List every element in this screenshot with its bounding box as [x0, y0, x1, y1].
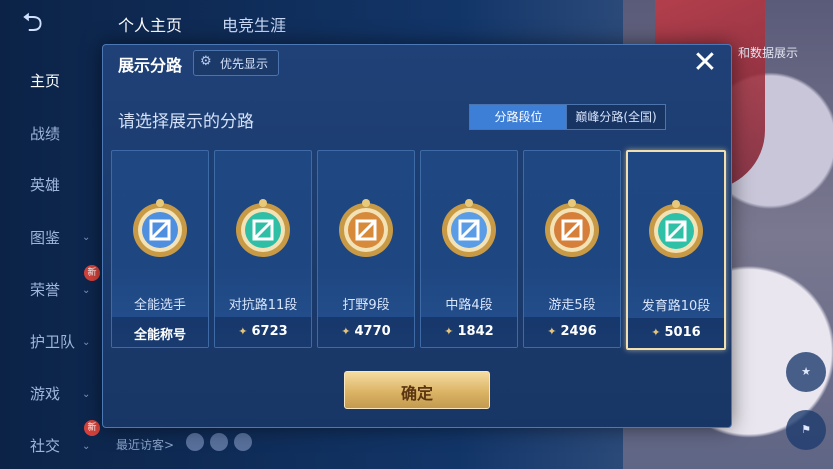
lane-stat: ✦ 1842: [421, 317, 517, 347]
lane-card[interactable]: 打野9段 ✦ 4770: [317, 150, 415, 348]
sidebar-item-heroes[interactable]: 英雄: [30, 174, 60, 195]
lane-stat-value: ✦ 5016: [628, 325, 724, 340]
confirm-label: 确定: [400, 384, 433, 403]
lane-role-label: 打野9段: [342, 298, 390, 313]
lane-stat: ✦ 6723: [215, 317, 311, 347]
rank-points-icon: ✦: [341, 325, 351, 338]
sidebar-item-honor[interactable]: 荣誉: [30, 279, 60, 300]
sidebar-item-record[interactable]: 战绩: [30, 123, 60, 144]
sidebar-item-home[interactable]: 主页: [30, 70, 60, 91]
lane-role-label: 全能选手: [133, 298, 186, 313]
lane-role-label: 游走5段: [548, 298, 596, 313]
lane-stat: ✦ 4770: [318, 317, 414, 347]
avatar[interactable]: [210, 433, 228, 451]
lane-stat-value: 全能称号: [112, 324, 208, 343]
lane-badge-icon: [133, 199, 187, 257]
sidebar-item-guard[interactable]: 护卫队: [30, 331, 75, 352]
chevron-down-icon: ⌄: [82, 337, 91, 348]
back-arrow-icon[interactable]: ⮌: [22, 10, 66, 36]
recent-visitors-link[interactable]: 最近访客>: [116, 436, 174, 453]
priority-display-label: 优先显示: [220, 57, 269, 71]
lane-stat-value: ✦ 2496: [524, 324, 620, 339]
lane-stat: ✦ 5016: [628, 318, 724, 348]
lane-role-label: 中路4段: [445, 298, 493, 313]
lane-card[interactable]: 发育路10段 ✦ 5016: [626, 150, 726, 350]
sidebar-item-codex[interactable]: 图鉴: [30, 227, 60, 248]
lane-stat-value: ✦ 6723: [215, 324, 311, 339]
rank-points-icon: ✦: [651, 326, 661, 339]
lane-stat-value: ✦ 4770: [318, 324, 414, 339]
lane-stat-text: 5016: [664, 325, 701, 340]
lane-badge-icon: [649, 200, 703, 258]
rank-points-icon: ✦: [547, 325, 557, 338]
tab-peak-lane[interactable]: 巅峰分路(全国): [566, 104, 666, 130]
data-display-label: 和数据展示: [738, 46, 799, 60]
lane-card[interactable]: 游走5段 ✦ 2496: [523, 150, 621, 348]
lane-role-label: 发育路10段: [641, 299, 711, 314]
lane-stat-value: ✦ 1842: [421, 324, 517, 339]
chevron-down-icon: ⌄: [82, 232, 91, 243]
lane-badge-icon: [442, 199, 496, 257]
close-icon[interactable]: ✕: [690, 48, 720, 78]
lane-badge-icon: [236, 199, 290, 257]
avatar[interactable]: [186, 433, 204, 451]
chevron-down-icon: ⌄: [82, 389, 91, 400]
lane-role-label: 对抗路11段: [228, 298, 298, 313]
sidebar-item-game[interactable]: 游戏: [30, 383, 60, 404]
lane-badge-icon: [545, 199, 599, 257]
tab-esports-career[interactable]: 电竞生涯: [222, 12, 286, 36]
lane-stat: 全能称号: [112, 317, 208, 347]
lane-badge-icon: [339, 199, 393, 257]
gear-icon: ⚙: [200, 54, 212, 69]
lane-stat-text: 4770: [354, 324, 391, 339]
tab-lane-rank[interactable]: 分路段位: [469, 104, 568, 130]
new-badge: 新: [84, 265, 100, 281]
select-prompt: 请选择展示的分路: [118, 112, 254, 132]
new-badge: 新: [84, 420, 100, 436]
lane-card[interactable]: 全能选手 全能称号: [111, 150, 209, 348]
top-bar: ⮌ 个人主页 电竞生涯: [0, 0, 833, 42]
priority-display-button[interactable]: ⚙ 优先显示: [193, 50, 279, 76]
lane-card[interactable]: 中路4段 ✦ 1842: [420, 150, 518, 348]
lane-stat-text: 6723: [251, 324, 288, 339]
chevron-down-icon: ⌄: [82, 441, 91, 452]
lane-stat-text: 1842: [457, 324, 494, 339]
lane-stat-text: 2496: [560, 324, 597, 339]
action-button[interactable]: ⚑: [786, 410, 826, 450]
dialog-title: 展示分路: [118, 56, 183, 75]
chevron-down-icon: ⌄: [82, 285, 91, 296]
tab-personal-home[interactable]: 个人主页: [118, 12, 182, 36]
confirm-button[interactable]: 确定: [344, 371, 490, 409]
lane-stat-text: 全能称号: [133, 328, 186, 343]
sidebar-item-social[interactable]: 社交: [30, 435, 60, 456]
rank-points-icon: ✦: [238, 325, 248, 338]
avatar[interactable]: [234, 433, 252, 451]
lane-stat: ✦ 2496: [524, 317, 620, 347]
rank-points-icon: ✦: [444, 325, 454, 338]
action-button[interactable]: ★: [786, 352, 826, 392]
lane-card[interactable]: 对抗路11段 ✦ 6723: [214, 150, 312, 348]
